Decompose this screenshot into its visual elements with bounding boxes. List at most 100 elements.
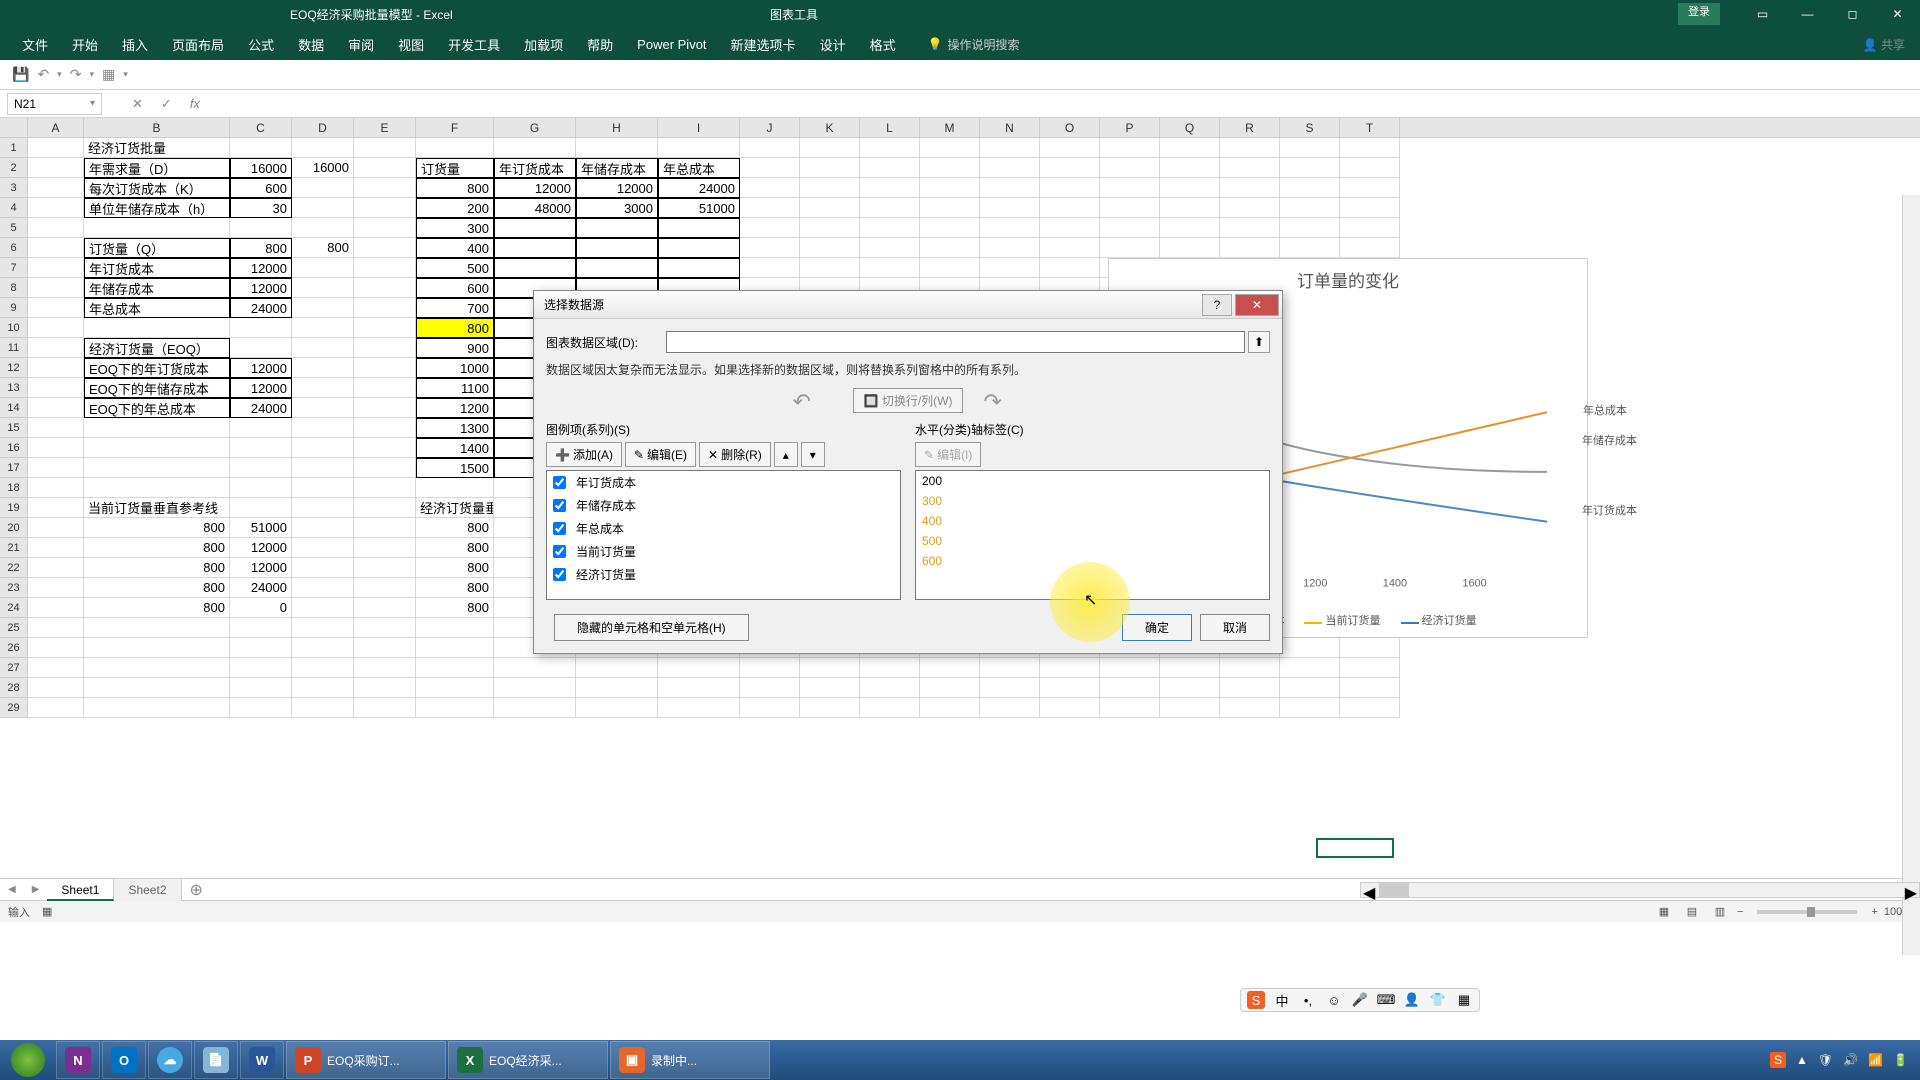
cell[interactable]: 12000 (230, 278, 292, 298)
cell[interactable] (494, 658, 576, 678)
ime-lang-icon[interactable]: 中 (1273, 991, 1291, 1009)
list-item[interactable]: 500 (916, 531, 1269, 551)
cell[interactable] (1100, 158, 1160, 178)
column-header[interactable]: B (84, 118, 230, 137)
cell[interactable] (84, 698, 230, 718)
cell[interactable]: 24000 (658, 178, 740, 198)
ime-skin-icon[interactable]: 👕 (1429, 991, 1447, 1009)
cell[interactable] (416, 618, 494, 638)
cell[interactable] (28, 418, 84, 438)
name-box[interactable]: N21 ▾ (7, 93, 102, 115)
cell[interactable] (920, 238, 980, 258)
cell[interactable] (292, 138, 354, 158)
cell[interactable] (576, 678, 658, 698)
ok-button[interactable]: 确定 (1122, 614, 1192, 641)
ime-punct-icon[interactable]: •, (1299, 991, 1317, 1009)
cell[interactable] (576, 698, 658, 718)
cell[interactable] (292, 538, 354, 558)
cell[interactable] (84, 418, 230, 438)
cancel-formula-icon[interactable]: ✕ (132, 96, 143, 112)
cell[interactable] (84, 678, 230, 698)
cell[interactable] (980, 698, 1040, 718)
cell[interactable] (28, 438, 84, 458)
cell[interactable]: 48000 (494, 198, 576, 218)
confirm-formula-icon[interactable]: ✓ (161, 96, 172, 112)
tray-security-icon[interactable]: 🛡 (1818, 1053, 1833, 1067)
cell[interactable] (28, 678, 84, 698)
cell[interactable] (230, 698, 292, 718)
cell[interactable] (28, 218, 84, 238)
cell[interactable] (354, 478, 416, 498)
cell[interactable] (576, 218, 658, 238)
cell[interactable] (28, 138, 84, 158)
cell[interactable] (292, 278, 354, 298)
cell[interactable] (1100, 698, 1160, 718)
cell[interactable] (980, 158, 1040, 178)
cell[interactable] (230, 658, 292, 678)
cell[interactable]: 500 (416, 258, 494, 278)
row-header[interactable]: 14 (0, 398, 28, 418)
cell[interactable]: 年需求量（D） (84, 158, 230, 178)
cell[interactable] (354, 518, 416, 538)
column-header[interactable]: Q (1160, 118, 1220, 137)
cell[interactable] (1280, 138, 1340, 158)
formula-input[interactable] (210, 93, 1920, 115)
tab-developer[interactable]: 开发工具 (436, 28, 512, 60)
cell[interactable]: 1100 (416, 378, 494, 398)
cell[interactable]: 400 (416, 238, 494, 258)
cell[interactable] (354, 358, 416, 378)
cell[interactable] (84, 638, 230, 658)
cell[interactable] (1160, 218, 1220, 238)
cell[interactable] (354, 418, 416, 438)
cell[interactable] (230, 418, 292, 438)
cell[interactable] (920, 158, 980, 178)
cell[interactable] (354, 278, 416, 298)
cell[interactable] (1280, 698, 1340, 718)
cell[interactable] (292, 398, 354, 418)
cell[interactable] (354, 318, 416, 338)
cell[interactable] (354, 238, 416, 258)
cell[interactable] (740, 658, 800, 678)
cell[interactable]: 800 (416, 178, 494, 198)
cell[interactable]: 年储存成本 (576, 158, 658, 178)
row-header[interactable]: 9 (0, 298, 28, 318)
cell[interactable] (860, 258, 920, 278)
taskbar-item[interactable]: XEOQ经济采... (448, 1041, 608, 1079)
cell[interactable] (28, 398, 84, 418)
cell[interactable] (1100, 658, 1160, 678)
cell[interactable] (354, 338, 416, 358)
column-header[interactable]: C (230, 118, 292, 137)
cell[interactable] (1340, 638, 1400, 658)
cell[interactable]: 12000 (230, 358, 292, 378)
cell[interactable] (1160, 678, 1220, 698)
row-header[interactable]: 26 (0, 638, 28, 658)
cell[interactable] (28, 658, 84, 678)
sheet-tab-1[interactable]: Sheet1 (47, 879, 114, 901)
cell[interactable] (28, 378, 84, 398)
cell[interactable] (658, 698, 740, 718)
cell[interactable] (230, 618, 292, 638)
list-item[interactable]: 年总成本 (547, 517, 900, 540)
column-header[interactable]: N (980, 118, 1040, 137)
cell[interactable] (658, 218, 740, 238)
cell[interactable] (800, 138, 860, 158)
tab-insert[interactable]: 插入 (110, 28, 160, 60)
cell[interactable] (920, 138, 980, 158)
cell[interactable] (354, 258, 416, 278)
cell[interactable]: 订货量 (416, 158, 494, 178)
cell[interactable] (354, 578, 416, 598)
cell[interactable] (1220, 238, 1280, 258)
cell[interactable] (292, 438, 354, 458)
cell[interactable]: 900 (416, 338, 494, 358)
cell[interactable]: EOQ下的年总成本 (84, 398, 230, 418)
zoom-slider[interactable] (1757, 910, 1857, 914)
cell[interactable] (28, 358, 84, 378)
move-up-button[interactable]: ▴ (774, 442, 798, 467)
cell[interactable] (1220, 658, 1280, 678)
cell[interactable] (292, 498, 354, 518)
tray-network-icon[interactable]: 📶 (1868, 1053, 1883, 1067)
cell[interactable] (658, 238, 740, 258)
cell[interactable] (1280, 158, 1340, 178)
column-header[interactable]: G (494, 118, 576, 137)
cell[interactable] (1100, 138, 1160, 158)
